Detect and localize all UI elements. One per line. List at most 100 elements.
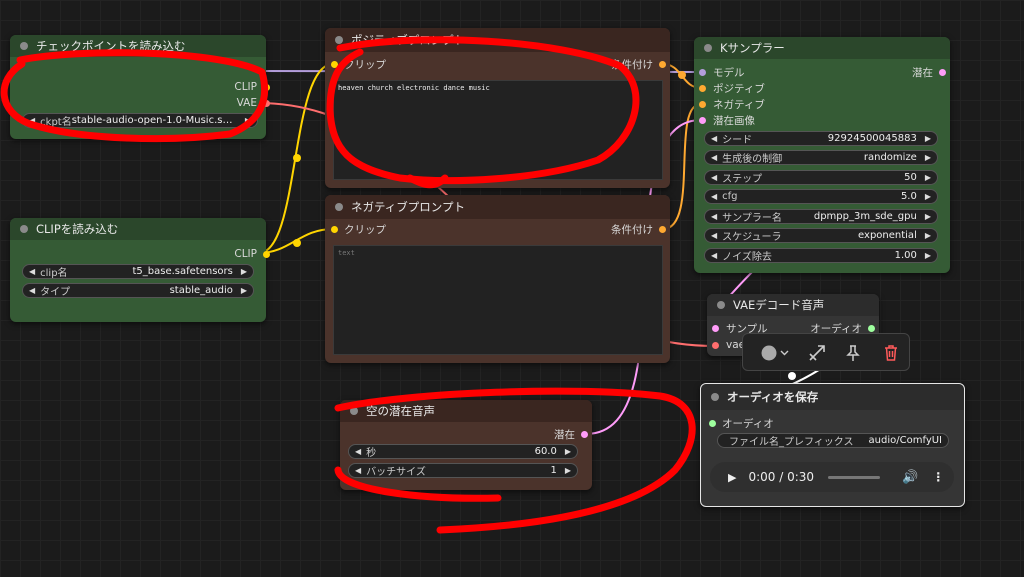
arrow-right-icon[interactable]: ▶ [925, 251, 931, 260]
prompt-textarea[interactable]: heaven church electronic dance music [333, 80, 663, 180]
output-latent[interactable]: 潜在 [912, 64, 946, 80]
node-header[interactable]: VAEデコード音声 [707, 294, 879, 316]
arrow-right-icon[interactable]: ▶ [241, 267, 247, 276]
control-after-generate-widget[interactable]: ◀ 生成後の制御 randomize ▶ [704, 150, 938, 165]
input-negative[interactable]: ネガティブ [699, 96, 765, 112]
ckpt-name-combo[interactable]: ◀ ckpt名 stable-audio-open-1.0-Music.safe… [22, 113, 258, 128]
collapse-dot-icon[interactable] [717, 301, 725, 309]
node-header[interactable]: ネガティブプロンプト [325, 195, 670, 219]
scheduler-widget[interactable]: ◀ スケジューラ exponential ▶ [704, 228, 938, 243]
socket-icon[interactable] [331, 60, 338, 68]
socket-icon[interactable] [712, 324, 719, 332]
output-conditioning[interactable]: 条件付け [611, 221, 666, 237]
clip-loader-node[interactable]: CLIPを読み込む CLIP ◀ clip名 t5_base.safetenso… [10, 218, 270, 322]
node-header[interactable]: ポジティブプロンプト [325, 28, 670, 52]
input-latent[interactable]: 潜在画像 [699, 112, 755, 128]
socket-icon[interactable] [699, 100, 706, 108]
arrow-left-icon[interactable]: ◀ [711, 212, 717, 221]
arrow-left-icon[interactable]: ◀ [711, 192, 717, 201]
node-header[interactable]: 空の潜在音声 [340, 400, 592, 422]
audio-player[interactable]: ▶ 0:00 / 0:30 🔊 ⋮ [710, 462, 954, 492]
sampler-name-widget[interactable]: ◀ サンプラー名 dpmpp_3m_sde_gpu ▶ [704, 209, 938, 224]
socket-icon[interactable] [331, 225, 338, 233]
prompt-textarea[interactable]: text [333, 245, 663, 355]
socket-icon[interactable] [581, 430, 588, 438]
socket-icon[interactable] [263, 250, 270, 258]
node-header[interactable]: CLIPを読み込む [10, 218, 266, 240]
collapse-dot-icon[interactable] [704, 44, 712, 52]
empty-latent-audio-node[interactable]: 空の潜在音声 潜在 ◀ 秒 60.0 ▶ ◀ バッチサイズ 1 ▶ [340, 400, 592, 490]
ksampler-node[interactable]: Kサンプラー モデル ポジティブ ネガティブ 潜在画像 潜在 ◀ シード 92924… [694, 37, 950, 273]
node-header[interactable]: チェックポイントを読み込む [10, 35, 266, 57]
volume-icon[interactable]: 🔊 [902, 470, 918, 485]
socket-icon[interactable] [263, 99, 270, 107]
denoise-widget[interactable]: ◀ ノイズ除去 1.00 ▶ [704, 248, 938, 263]
collapse-dot-icon[interactable] [335, 203, 343, 211]
arrow-right-icon[interactable]: ▶ [565, 447, 571, 456]
collapse-dot-icon[interactable] [20, 42, 28, 50]
arrow-right-icon[interactable]: ▶ [925, 173, 931, 182]
socket-icon[interactable] [263, 83, 270, 91]
arrow-left-icon[interactable]: ◀ [711, 134, 717, 143]
checkpoint-loader-node[interactable]: チェックポイントを読み込む CLIP VAE ◀ ckpt名 stable-au… [10, 35, 270, 139]
arrow-left-icon[interactable]: ◀ [711, 251, 717, 260]
arrow-left-icon[interactable]: ◀ [29, 116, 35, 125]
cfg-widget[interactable]: ◀ cfg 5.0 ▶ [704, 189, 938, 204]
steps-widget[interactable]: ◀ ステップ 50 ▶ [704, 170, 938, 185]
input-vae[interactable]: vae [712, 337, 745, 353]
socket-icon[interactable] [699, 116, 706, 124]
arrow-left-icon[interactable]: ◀ [355, 447, 361, 456]
socket-icon[interactable] [939, 68, 946, 76]
input-model[interactable]: モデル [699, 64, 745, 80]
socket-icon[interactable] [868, 324, 875, 332]
filename-prefix-widget[interactable]: ファイル名_プレフィックス audio/ComfyUI [717, 433, 949, 448]
progress-track[interactable] [828, 475, 881, 479]
arrow-left-icon[interactable]: ◀ [711, 153, 717, 162]
arrow-left-icon[interactable]: ◀ [711, 231, 717, 240]
collapse-dot-icon[interactable] [20, 225, 28, 233]
input-clip[interactable]: クリップ [331, 56, 386, 72]
socket-icon[interactable] [712, 341, 719, 349]
arrow-right-icon[interactable]: ▶ [925, 153, 931, 162]
play-icon[interactable]: ▶ [728, 471, 736, 484]
socket-icon[interactable] [699, 68, 706, 76]
output-latent[interactable]: 潜在 [554, 426, 588, 442]
collapse-dot-icon[interactable] [350, 407, 358, 415]
socket-icon[interactable] [659, 60, 666, 68]
type-combo[interactable]: ◀ タイプ stable_audio ▶ [22, 283, 254, 298]
arrow-right-icon[interactable]: ▶ [925, 134, 931, 143]
node-header[interactable]: オーディオを保存 [701, 384, 964, 410]
bypass-button[interactable] [803, 343, 831, 363]
arrow-left-icon[interactable]: ◀ [711, 173, 717, 182]
collapse-dot-icon[interactable] [335, 36, 343, 44]
output-clip[interactable]: CLIP [234, 246, 270, 262]
collapse-dot-icon[interactable] [711, 393, 719, 401]
arrow-right-icon[interactable]: ▶ [245, 116, 251, 125]
input-positive[interactable]: ポジティブ [699, 80, 765, 96]
output-clip[interactable]: CLIP [234, 79, 270, 95]
node-header[interactable]: Kサンプラー [694, 37, 950, 59]
arrow-left-icon[interactable]: ◀ [29, 286, 35, 295]
arrow-right-icon[interactable]: ▶ [241, 286, 247, 295]
batch-size-widget[interactable]: ◀ バッチサイズ 1 ▶ [348, 463, 578, 478]
socket-icon[interactable] [699, 84, 706, 92]
color-picker-button[interactable] [760, 343, 794, 363]
delete-button[interactable] [877, 343, 905, 363]
socket-icon[interactable] [709, 419, 716, 427]
more-options-icon[interactable]: ⋮ [932, 470, 944, 484]
arrow-right-icon[interactable]: ▶ [925, 192, 931, 201]
pin-button[interactable] [839, 343, 867, 363]
output-conditioning[interactable]: 条件付け [611, 56, 666, 72]
seconds-widget[interactable]: ◀ 秒 60.0 ▶ [348, 444, 578, 459]
input-audio[interactable]: オーディオ [709, 415, 774, 431]
negative-prompt-node[interactable]: ネガティブプロンプト クリップ 条件付け text [325, 195, 670, 363]
arrow-left-icon[interactable]: ◀ [29, 267, 35, 276]
input-clip[interactable]: クリップ [331, 221, 386, 237]
positive-prompt-node[interactable]: ポジティブプロンプト クリップ 条件付け heaven church elect… [325, 28, 670, 188]
arrow-right-icon[interactable]: ▶ [925, 212, 931, 221]
arrow-left-icon[interactable]: ◀ [355, 466, 361, 475]
arrow-right-icon[interactable]: ▶ [925, 231, 931, 240]
output-vae[interactable]: VAE [237, 95, 270, 111]
socket-icon[interactable] [659, 225, 666, 233]
clip-name-combo[interactable]: ◀ clip名 t5_base.safetensors ▶ [22, 264, 254, 279]
